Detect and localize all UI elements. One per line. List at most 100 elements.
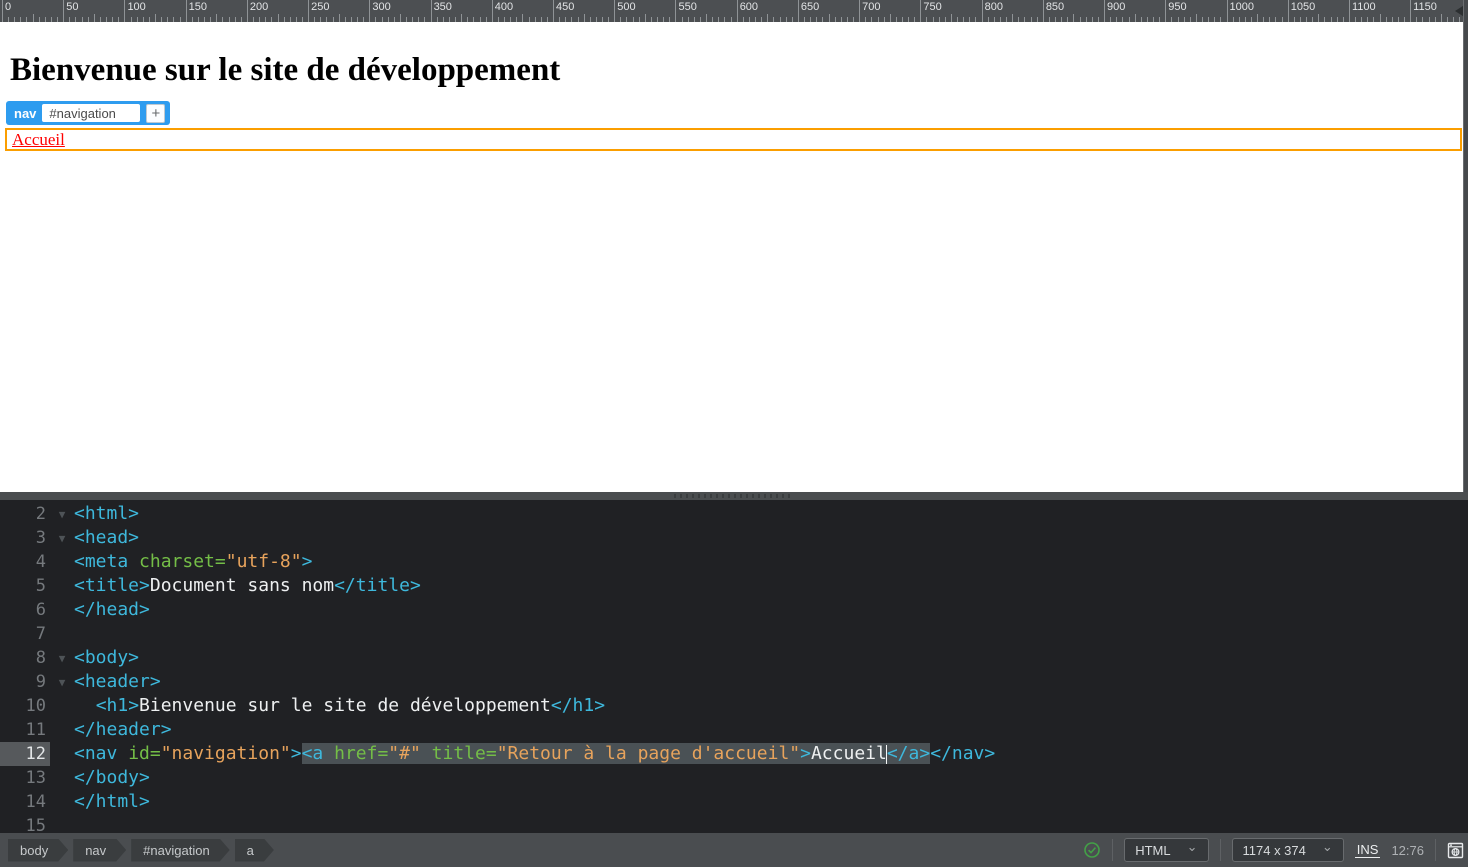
code-fold-icon[interactable]: ▼ — [50, 508, 74, 521]
window-size-dropdown[interactable]: 1174 x 374 ⌄ — [1232, 838, 1344, 862]
ruler-tick — [400, 14, 401, 22]
ruler-major-tick — [63, 0, 64, 22]
ruler-tick — [33, 14, 34, 22]
code-text: <html> — [74, 502, 139, 526]
element-tag-label[interactable]: nav — [14, 106, 36, 121]
code-line-9[interactable]: 9▼<header> — [0, 670, 1468, 694]
accueil-link[interactable]: Accueil — [12, 130, 65, 150]
chevron-down-icon: ⌄ — [1322, 842, 1333, 852]
code-line-12[interactable]: 12<nav id="navigation"><a href="#" title… — [0, 742, 1468, 766]
ruler-label: 700 — [862, 1, 880, 13]
ruler-major-tick — [920, 0, 921, 22]
ruler-tick — [1257, 14, 1258, 22]
line-number: 2 — [0, 502, 50, 526]
doc-type-dropdown[interactable]: HTML ⌄ — [1124, 838, 1208, 862]
selected-nav-element[interactable]: Accueil — [5, 128, 1462, 151]
code-text: </header> — [74, 718, 172, 742]
design-view[interactable]: Bienvenue sur le site de développement n… — [0, 22, 1468, 492]
code-line-8[interactable]: 8▼<body> — [0, 646, 1468, 670]
ruler-major-tick — [1043, 0, 1044, 22]
status-bar: bodynav#navigationa HTML ⌄ 1174 x 374 ⌄ … — [0, 833, 1468, 867]
code-text: <head> — [74, 526, 139, 550]
ruler-label: 1000 — [1230, 1, 1254, 13]
ruler-tick — [94, 14, 95, 22]
ruler-label: 850 — [1046, 1, 1064, 13]
line-number: 10 — [0, 694, 50, 718]
ruler-label: 1050 — [1291, 1, 1315, 13]
code-text: <h1>Bienvenue sur le site de développeme… — [74, 694, 605, 718]
code-line-2[interactable]: 2▼<html> — [0, 502, 1468, 526]
ruler-tick — [951, 14, 952, 22]
vertical-scrollbar[interactable] — [1463, 0, 1468, 492]
ruler-tick — [1135, 14, 1136, 22]
ruler-major-tick — [553, 0, 554, 22]
ruler-tick — [767, 14, 768, 22]
ruler-major-tick — [737, 0, 738, 22]
code-view[interactable]: 2▼<html>3▼<head>4<meta charset="utf-8">5… — [0, 500, 1468, 833]
ruler-major-tick — [124, 0, 125, 22]
code-line-6[interactable]: 6</head> — [0, 598, 1468, 622]
ruler-label: 100 — [127, 1, 145, 13]
separator — [1435, 839, 1436, 861]
ruler-tick — [829, 14, 830, 22]
line-number: 14 — [0, 790, 50, 814]
code-line-7[interactable]: 7 — [0, 622, 1468, 646]
ruler-tick — [1196, 14, 1197, 22]
ruler-major-tick — [982, 0, 983, 22]
code-line-15[interactable]: 15 — [0, 814, 1468, 833]
line-number: 15 — [0, 814, 50, 833]
ruler-label: 1150 — [1413, 1, 1437, 13]
ruler-tick — [706, 14, 707, 22]
tag-selector-a[interactable]: a — [235, 839, 274, 862]
code-line-13[interactable]: 13 </body> — [0, 766, 1468, 790]
tag-selector-nav[interactable]: nav — [73, 839, 126, 862]
tag-selector-navigation[interactable]: #navigation — [131, 839, 230, 862]
ruler-major-tick — [1227, 0, 1228, 22]
ruler-tick — [278, 14, 279, 22]
element-display-badge: nav #navigation + — [6, 101, 170, 125]
ruler-tick — [216, 14, 217, 22]
add-class-id-button[interactable]: + — [146, 104, 165, 123]
split-view-divider[interactable] — [0, 492, 1468, 500]
ruler-label: 900 — [1107, 1, 1125, 13]
code-text: <title>Document sans nom</title> — [74, 574, 421, 598]
ruler-major-tick — [1349, 0, 1350, 22]
code-line-14[interactable]: 14</html> — [0, 790, 1468, 814]
code-fold-icon[interactable]: ▼ — [50, 652, 74, 665]
status-bar-right: HTML ⌄ 1174 x 374 ⌄ INS 12:76 — [1083, 833, 1464, 867]
divider-grip-icon — [674, 494, 794, 498]
line-number: 13 — [0, 766, 50, 790]
line-number: 7 — [0, 622, 50, 646]
separator — [1112, 839, 1113, 861]
ruler-label: 1100 — [1352, 1, 1376, 13]
ruler-label: 800 — [985, 1, 1003, 13]
insert-mode-indicator[interactable]: INS — [1355, 842, 1381, 858]
element-id-input[interactable]: #navigation — [42, 104, 140, 122]
ruler-major-tick — [2, 0, 3, 22]
code-line-4[interactable]: 4<meta charset="utf-8"> — [0, 550, 1468, 574]
code-fold-icon[interactable]: ▼ — [50, 532, 74, 545]
ruler-major-tick — [1288, 0, 1289, 22]
line-number: 8 — [0, 646, 50, 670]
code-text: <body> — [74, 646, 139, 670]
tag-selector-body[interactable]: body — [8, 839, 68, 862]
doc-type-value: HTML — [1135, 843, 1170, 858]
code-fold-icon[interactable]: ▼ — [50, 676, 74, 689]
ruler-major-tick — [1410, 0, 1411, 22]
code-line-10[interactable]: 10 <h1>Bienvenue sur le site de développ… — [0, 694, 1468, 718]
code-line-11[interactable]: 11</header> — [0, 718, 1468, 742]
ruler-major-tick — [1104, 0, 1105, 22]
code-line-3[interactable]: 3▼<head> — [0, 526, 1468, 550]
code-line-5[interactable]: 5<title>Document sans nom</title> — [0, 574, 1468, 598]
line-number: 12 — [0, 742, 50, 766]
ruler-major-tick — [1165, 0, 1166, 22]
line-number: 9 — [0, 670, 50, 694]
live-preview-icon[interactable] — [1447, 841, 1464, 860]
ruler-tick — [1380, 14, 1381, 22]
ruler-label: 550 — [678, 1, 696, 13]
ruler-label: 50 — [66, 1, 78, 13]
ruler-major-tick — [614, 0, 615, 22]
code-text: </body> — [74, 766, 150, 790]
horizontal-ruler: 0501001502002503003504004505005506006507… — [0, 0, 1468, 22]
ruler-major-tick — [369, 0, 370, 22]
